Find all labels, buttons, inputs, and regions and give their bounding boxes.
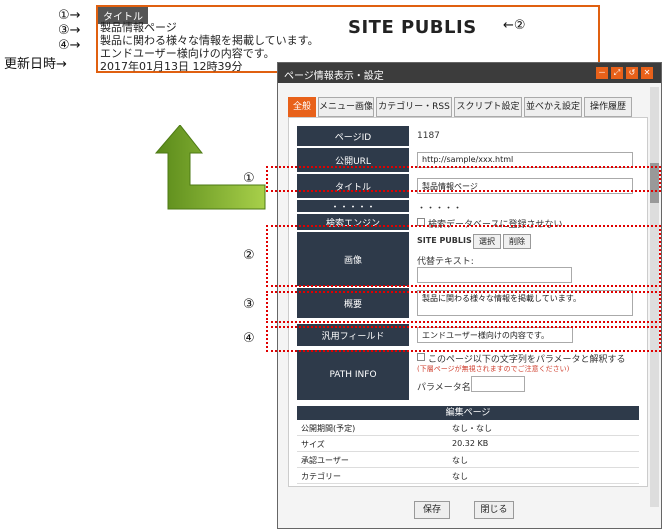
edit-page-header: 編集ページ xyxy=(297,406,639,420)
path-info-note: (下層ページが無視されますのでご注意ください) xyxy=(417,365,570,373)
path-info-checkbox[interactable] xyxy=(417,353,425,361)
table-row: サイズ 20.32 KB xyxy=(297,437,639,452)
minimize-icon[interactable]: － xyxy=(596,67,608,79)
annotation-1: ①→ xyxy=(58,8,81,23)
highlight-generic xyxy=(266,326,661,352)
param-label: パラメータ名 xyxy=(417,383,471,393)
highlight-title xyxy=(266,166,661,192)
tab-menu-image[interactable]: メニュー画像 xyxy=(318,97,374,117)
page-id-value: 1187 xyxy=(417,131,440,141)
path-info-row: PATH INFO このページ以下の文字列をパラメータと解釈する (下層ページが… xyxy=(297,350,639,400)
annotation-4: ④→ xyxy=(58,38,81,53)
marker-4: ④ xyxy=(243,331,255,346)
marker-2: ② xyxy=(243,248,255,263)
page-id-label: ページID xyxy=(297,126,409,146)
preview-date: 2017年01月13日 12時39分 xyxy=(100,60,243,73)
tab-general[interactable]: 全般 xyxy=(288,97,316,117)
table-cell: なし・なし xyxy=(452,424,492,433)
tab-category-rss[interactable]: カテゴリー・RSS xyxy=(376,97,452,117)
table-row: 承認ユーザー なし xyxy=(297,453,639,468)
maximize-icon[interactable]: ⤢ xyxy=(611,67,623,79)
table-cell: 20.32 KB xyxy=(452,439,489,448)
tab-history[interactable]: 操作履歴 xyxy=(584,97,632,117)
table-cell: サイズ xyxy=(301,440,325,449)
table-cell: 公開期間(予定) xyxy=(301,424,356,433)
table-cell: なし xyxy=(452,472,468,481)
hidden-row: ・・・・・ ・・・・・ xyxy=(297,200,639,214)
table-row: 公開期間(予定) なし・なし xyxy=(297,421,639,436)
close-button[interactable]: 閉じる xyxy=(474,501,514,519)
site-logo: SITE PUBLIS xyxy=(348,17,477,38)
page-id-row: ページID 1187 xyxy=(297,126,639,146)
table-cell: 承認ユーザー xyxy=(301,456,349,465)
marker-3: ③ xyxy=(243,297,255,312)
table-row: カテゴリー なし xyxy=(297,469,639,484)
tab-script[interactable]: スクリプト設定 xyxy=(454,97,522,117)
hidden-value: ・・・・・ xyxy=(417,204,463,214)
hidden-label: ・・・・・ xyxy=(297,200,409,213)
refresh-icon[interactable]: ↺ xyxy=(626,67,638,79)
save-button[interactable]: 保存 xyxy=(414,501,450,519)
table-cell: なし xyxy=(452,456,468,465)
path-info-label: PATH INFO xyxy=(297,350,409,400)
annotation-2: ←② xyxy=(503,18,526,33)
annotation-3: ③→ xyxy=(58,23,81,38)
param-field[interactable] xyxy=(471,376,525,392)
annotation-date: 更新日時→ xyxy=(4,57,67,72)
highlight-image xyxy=(266,225,661,287)
close-icon[interactable]: ✕ xyxy=(641,67,653,79)
marker-1: ① xyxy=(243,171,255,186)
table-cell: カテゴリー xyxy=(301,472,341,481)
tab-sort[interactable]: 並べかえ設定 xyxy=(524,97,582,117)
highlight-summary xyxy=(266,291,661,323)
